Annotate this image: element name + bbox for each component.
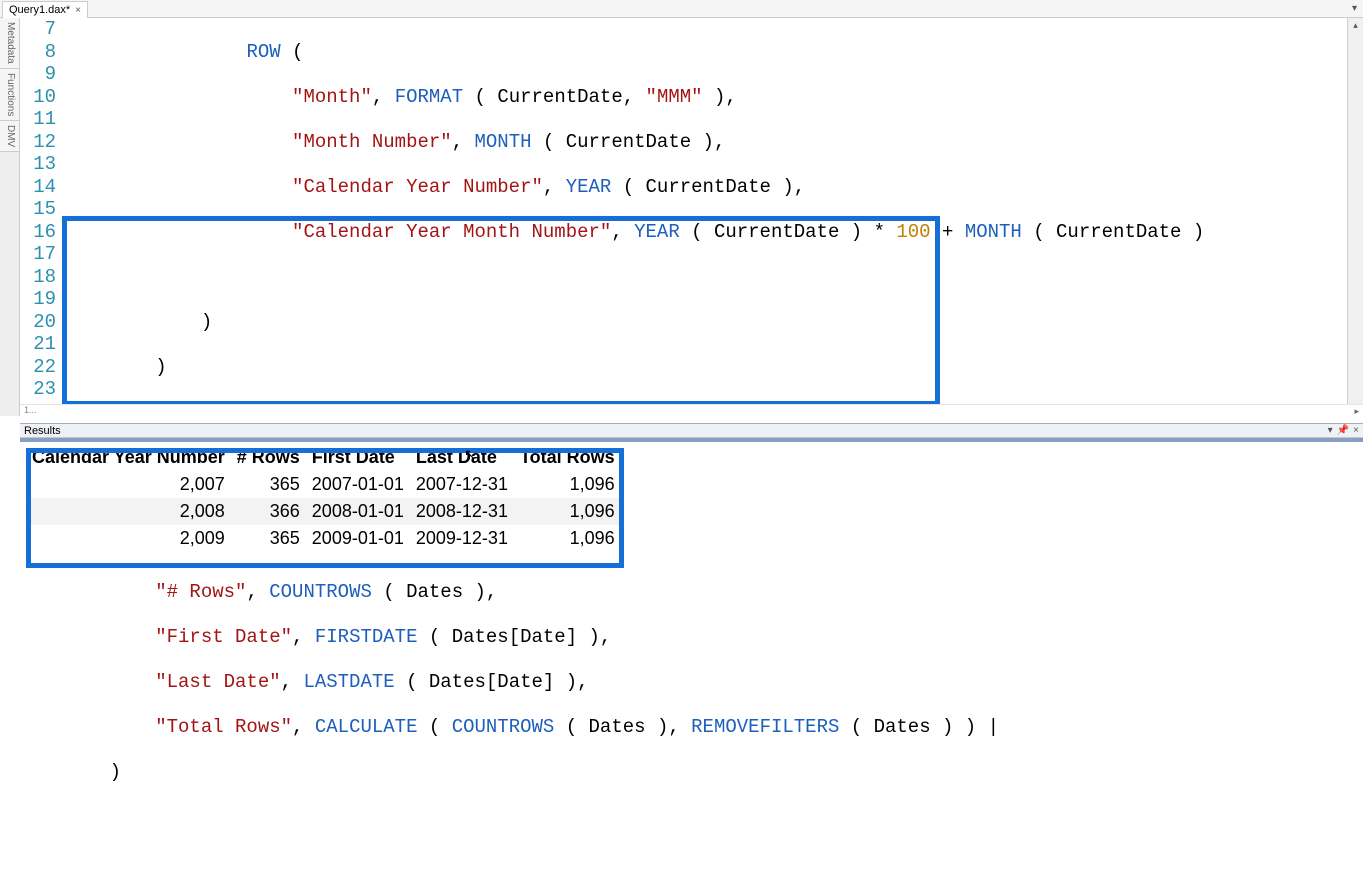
code-line: "Month", FORMAT ( CurrentDate, "MMM" ), <box>64 86 1362 109</box>
cell: 2007-01-01 <box>308 471 412 498</box>
results-header-row: Calendar Year Number # Rows First Date L… <box>28 444 623 471</box>
cell: 2009-12-31 <box>412 525 516 552</box>
close-icon[interactable]: × <box>75 5 81 16</box>
sidebar-tab-metadata[interactable]: Metadata <box>0 18 19 69</box>
code-line: "# Rows", COUNTROWS ( Dates ), <box>64 581 1362 604</box>
line-number: 10 <box>20 86 56 109</box>
cell: 365 <box>233 471 308 498</box>
code-line <box>64 266 1362 289</box>
col-header[interactable]: First Date <box>308 444 412 471</box>
cell: 2,009 <box>28 525 233 552</box>
cell: 2,007 <box>28 471 233 498</box>
line-number: 21 <box>20 333 56 356</box>
col-header[interactable]: # Rows <box>233 444 308 471</box>
panel-close-icon[interactable]: × <box>1353 425 1359 436</box>
tab-query1[interactable]: Query1.dax* × <box>2 1 88 18</box>
line-gutter: 7 8 9 10 11 12 13 14 15 16 17 18 19 20 2… <box>20 18 64 416</box>
tab-overflow-icon[interactable]: ▾ <box>1352 3 1357 14</box>
line-number: 15 <box>20 198 56 221</box>
code-line: ) <box>64 311 1362 334</box>
cell: 1,096 <box>516 471 623 498</box>
code-line: "Month Number", MONTH ( CurrentDate ), <box>64 131 1362 154</box>
panel-dropdown-icon[interactable]: ▾ <box>1328 425 1333 436</box>
tab-label: Query1.dax* <box>9 4 70 16</box>
results-table[interactable]: Calendar Year Number # Rows First Date L… <box>28 444 623 552</box>
cell: 1,096 <box>516 525 623 552</box>
sidebar-tab-functions[interactable]: Functions <box>0 69 19 121</box>
line-number: 11 <box>20 108 56 131</box>
line-number: 22 <box>20 356 56 379</box>
line-number: 23 <box>20 378 56 401</box>
line-number: 19 <box>20 288 56 311</box>
scroll-up-icon[interactable]: ▴ <box>1348 18 1363 32</box>
cell: 365 <box>233 525 308 552</box>
col-header[interactable]: Last Date <box>412 444 516 471</box>
vertical-scrollbar[interactable]: ▴ <box>1347 18 1363 416</box>
cell: 2008-01-01 <box>308 498 412 525</box>
table-row[interactable]: 2,008 366 2008-01-01 2008-12-31 1,096 <box>28 498 623 525</box>
code-area[interactable]: ROW ( "Month", FORMAT ( CurrentDate, "MM… <box>64 18 1362 416</box>
code-line: "First Date", FIRSTDATE ( Dates[Date] ), <box>64 626 1362 649</box>
cell: 366 <box>233 498 308 525</box>
line-number: 8 <box>20 41 56 64</box>
code-line: "Total Rows", CALCULATE ( COUNTROWS ( Da… <box>64 716 1362 739</box>
table-row[interactable]: 2,009 365 2009-01-01 2009-12-31 1,096 <box>28 525 623 552</box>
line-number: 7 <box>20 18 56 41</box>
line-number: 14 <box>20 176 56 199</box>
editor-status-left: 1... <box>24 405 37 415</box>
line-number: 20 <box>20 311 56 334</box>
document-tabs: Query1.dax* × ▾ <box>0 0 1363 18</box>
line-number: 16 <box>20 221 56 244</box>
code-line: ) <box>64 761 1362 784</box>
cell: 1,096 <box>516 498 623 525</box>
cell: 2,008 <box>28 498 233 525</box>
line-number: 13 <box>20 153 56 176</box>
sidebar-tab-dmv[interactable]: DMV <box>0 121 19 152</box>
code-line: "Calendar Year Month Number", YEAR ( Cur… <box>64 221 1362 244</box>
editor-status-bar: 1... ▸ <box>20 404 1363 416</box>
line-number: 9 <box>20 63 56 86</box>
code-line: ) <box>64 356 1362 379</box>
scroll-right-icon[interactable]: ▸ <box>1354 406 1359 417</box>
results-title: Results <box>24 425 61 437</box>
panel-pin-icon[interactable]: 📌 <box>1337 425 1349 436</box>
code-editor[interactable]: 7 8 9 10 11 12 13 14 15 16 17 18 19 20 2… <box>20 18 1363 416</box>
code-line: ROW ( <box>64 41 1362 64</box>
results-panel: Calendar Year Number # Rows First Date L… <box>20 438 1363 580</box>
cell: 2009-01-01 <box>308 525 412 552</box>
col-header[interactable]: Calendar Year Number <box>28 444 233 471</box>
side-panel-tabs: Metadata Functions DMV <box>0 18 20 416</box>
col-header[interactable]: Total Rows <box>516 444 623 471</box>
cell: 2008-12-31 <box>412 498 516 525</box>
code-line: "Calendar Year Number", YEAR ( CurrentDa… <box>64 176 1362 199</box>
code-line: "Last Date", LASTDATE ( Dates[Date] ), <box>64 671 1362 694</box>
table-row[interactable]: 2,007 365 2007-01-01 2007-12-31 1,096 <box>28 471 623 498</box>
line-number: 17 <box>20 243 56 266</box>
line-number: 18 <box>20 266 56 289</box>
results-panel-header: Results ▾ 📌 × <box>20 423 1363 438</box>
line-number: 12 <box>20 131 56 154</box>
cell: 2007-12-31 <box>412 471 516 498</box>
